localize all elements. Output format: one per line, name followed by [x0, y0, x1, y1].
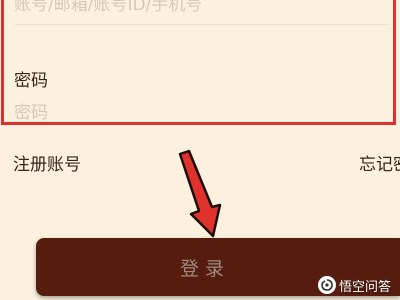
arrow-icon: [178, 149, 222, 238]
register-link[interactable]: 注册账号: [13, 150, 81, 175]
account-input[interactable]: [14, 0, 384, 20]
wukong-logo-icon: [318, 276, 336, 294]
watermark: 悟空问答: [318, 274, 391, 296]
password-label: 密码: [14, 71, 48, 91]
forgot-password-link[interactable]: 忘记密: [359, 150, 400, 175]
watermark-text: 悟空问答: [339, 279, 392, 295]
password-input[interactable]: [14, 100, 384, 126]
divider: [14, 24, 390, 25]
